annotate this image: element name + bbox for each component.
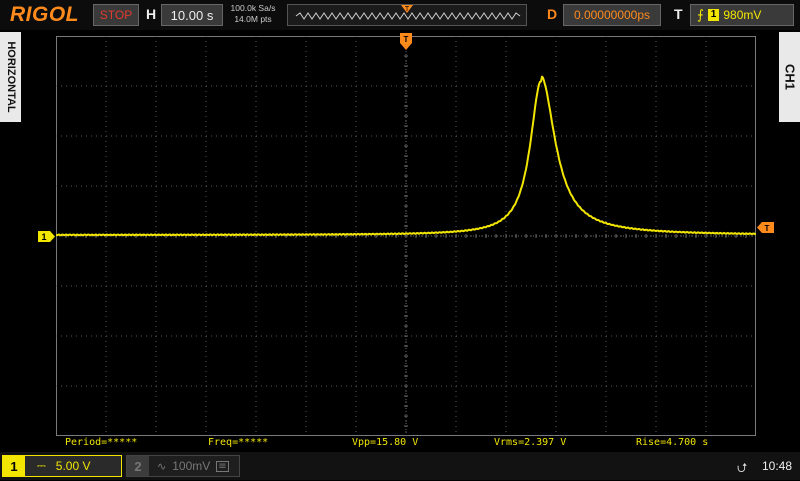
acquisition-info: 100.0k Sa/s 14.0M pts (228, 3, 278, 25)
ch1-tab-label: CH1 (782, 63, 797, 91)
waveform-graticule (56, 36, 756, 436)
measurement-period: Period=***** (65, 437, 138, 448)
top-status-bar: RIGOL STOP H 10.00 s 100.0k Sa/s 14.0M p… (0, 0, 800, 30)
trigger-label: T (674, 6, 683, 22)
ch2-status[interactable]: 2 ∿ 100mV ≡ (126, 455, 240, 477)
memory-overview-wave (295, 12, 521, 20)
ch1-menu-tab[interactable]: CH1 (779, 32, 800, 122)
horizontal-tab-label: HORIZONTAL (4, 41, 17, 113)
measurement-rise: Rise=4.700 s (636, 437, 709, 448)
channel-status-bar: 1 ⎓ 5.00 V 2 ∿ 100mV ≡ ⮍ 10:48 (0, 452, 800, 480)
run-stop-status[interactable]: STOP (93, 4, 139, 26)
rising-edge-icon: ⨍ (697, 7, 704, 22)
usb-icon: ⮍ (737, 461, 748, 476)
trigger-source-badge: 1 (707, 9, 720, 21)
trigger-level-marker-label: T (765, 224, 770, 233)
trigger-position-marker-label: T (404, 35, 409, 44)
trigger-level-marker[interactable]: T (757, 222, 774, 233)
ac-coupling-icon: ∿ (157, 459, 167, 473)
trigger-position-marker[interactable]: T (400, 33, 412, 51)
ch2-scale: 100mV (172, 459, 211, 473)
ch1-offset-marker-label: 1 (41, 232, 46, 242)
ch1-number: 1 (3, 456, 25, 476)
waveform-display[interactable] (56, 36, 756, 436)
measurement-freq: Freq=***** (208, 437, 269, 448)
horizontal-label: H (146, 6, 157, 22)
memory-trigger-letter: T (405, 6, 410, 13)
ch1-offset-marker[interactable]: 1 (38, 231, 56, 242)
delay-label: D (547, 6, 558, 22)
bw-limit-icon: ≡ (216, 460, 229, 472)
measurement-vpp: Vpp=15.80 V (352, 437, 419, 448)
memory-overview-graphic: T (295, 5, 521, 20)
trigger-settings[interactable]: ⨍ 1 980mV (690, 4, 794, 26)
ch1-scale: 5.00 V (55, 459, 91, 473)
ch2-number: 2 (127, 456, 149, 476)
system-clock: 10:48 (762, 459, 793, 473)
sample-rate: 100.0k Sa/s (230, 3, 276, 13)
ch1-status[interactable]: 1 ⎓ 5.00 V (2, 455, 122, 477)
measurement-vrms: Vrms=2.397 V (494, 437, 567, 448)
measurement-bar: Period=***** Freq=***** Vpp=15.80 V Vrms… (56, 437, 756, 451)
memory-depth: 14.0M pts (234, 14, 272, 24)
brand-logo: RIGOL (10, 3, 79, 26)
trigger-level: 980mV (723, 8, 762, 22)
memory-overview-strip: T (287, 4, 527, 26)
dc-coupling-icon: ⎓ (37, 459, 46, 472)
delay-value[interactable]: 0.00000000ps (563, 4, 661, 26)
timebase-value[interactable]: 10.00 s (161, 4, 223, 26)
horizontal-menu-tab[interactable]: HORIZONTAL (0, 32, 21, 122)
